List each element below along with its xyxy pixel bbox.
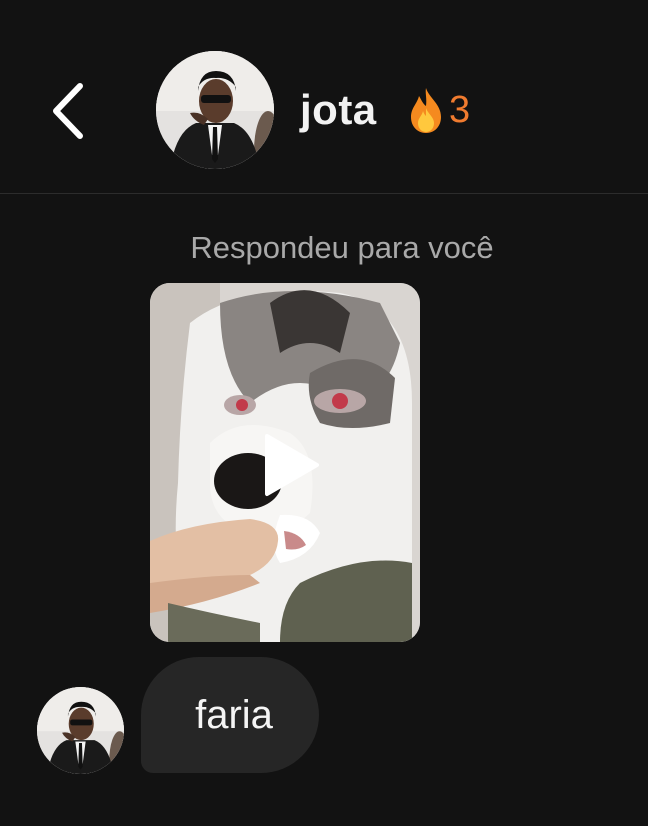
- message-bubble[interactable]: faria: [141, 657, 319, 773]
- play-button[interactable]: [255, 430, 325, 500]
- reply-label: Respondeu para você: [190, 230, 494, 265]
- chat-header: jota 3: [0, 0, 648, 194]
- contact-name[interactable]: jota: [300, 82, 377, 138]
- back-button[interactable]: [40, 78, 96, 144]
- sender-avatar[interactable]: [37, 687, 124, 774]
- contact-avatar[interactable]: [156, 51, 274, 169]
- message-text: faria: [195, 693, 273, 737]
- streak-count: 3: [449, 89, 471, 131]
- fire-icon: [411, 88, 441, 133]
- streak-badge: 3: [405, 84, 470, 136]
- chevron-left-icon: [53, 83, 83, 139]
- play-icon: [265, 434, 319, 496]
- header-divider: [0, 193, 648, 194]
